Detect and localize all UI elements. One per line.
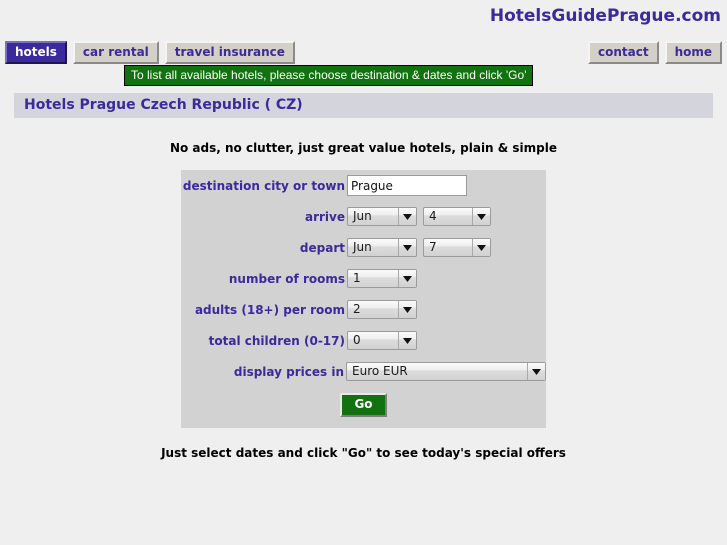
destination-label: destination city or town — [182, 178, 345, 193]
form-row-children: total children (0-17) 0 — [181, 325, 546, 356]
nav-tab-hotels[interactable]: hotels — [5, 41, 67, 64]
site-title: HotelsGuidePrague.com — [489, 6, 721, 26]
form-row-destination: destination city or town — [181, 170, 546, 201]
nav-tab-car-rental[interactable]: car rental — [72, 41, 159, 64]
form-row-currency: display prices in Euro EUR — [181, 356, 546, 387]
instruction-banner: To list all available hotels, please cho… — [124, 65, 534, 86]
form-row-depart: depart Jun 7 — [181, 232, 546, 263]
chevron-down-icon — [527, 363, 545, 380]
arrive-label: arrive — [304, 209, 345, 224]
chevron-down-icon — [398, 270, 416, 287]
rooms-fields: 1 — [347, 269, 417, 288]
secondary-nav-tabs: contact home — [587, 41, 722, 64]
masthead: HotelsGuidePrague.com — [0, 0, 727, 36]
primary-nav-tabs: hotels car rental travel insurance — [5, 41, 295, 64]
nav-tab-contact[interactable]: contact — [587, 41, 659, 64]
navigation-bar: hotels car rental travel insurance conta… — [0, 36, 727, 65]
footer-note: Just select dates and click "Go" to see … — [161, 446, 566, 460]
page-title: Hotels Prague Czech Republic ( CZ) — [24, 97, 303, 113]
arrive-day-select[interactable]: 4 — [423, 207, 491, 226]
depart-label: depart — [299, 240, 345, 255]
depart-day-select[interactable]: 7 — [423, 238, 491, 257]
currency-value: Euro EUR — [352, 364, 408, 378]
adults-select[interactable]: 2 — [347, 300, 417, 319]
page-heading-band: Hotels Prague Czech Republic ( CZ) — [14, 93, 713, 118]
chevron-down-icon — [472, 239, 490, 256]
go-button[interactable]: Go — [340, 393, 387, 417]
chevron-down-icon — [472, 208, 490, 225]
nav-tab-home[interactable]: home — [664, 41, 722, 64]
rooms-label: number of rooms — [228, 271, 345, 286]
nav-tab-travel-insurance[interactable]: travel insurance — [164, 41, 295, 64]
arrive-month-select[interactable]: Jun — [347, 207, 417, 226]
chevron-down-icon — [398, 208, 416, 225]
currency-select[interactable]: Euro EUR — [346, 362, 546, 381]
booking-search-form: destination city or town arrive Jun 4 de… — [181, 170, 546, 428]
form-row-adults: adults (18+) per room 2 — [181, 294, 546, 325]
chevron-down-icon — [398, 301, 416, 318]
depart-month-select[interactable]: Jun — [347, 238, 417, 257]
adults-fields: 2 — [347, 300, 417, 319]
adults-label: adults (18+) per room — [194, 302, 345, 317]
form-row-arrive: arrive Jun 4 — [181, 201, 546, 232]
children-label: total children (0-17) — [208, 333, 345, 348]
form-row-rooms: number of rooms 1 — [181, 263, 546, 294]
depart-fields: Jun 7 — [347, 238, 491, 257]
submit-row: Go — [181, 387, 546, 417]
notice-bar-wrapper: To list all available hotels, please cho… — [0, 65, 727, 87]
currency-label: display prices in — [233, 364, 344, 379]
chevron-down-icon — [398, 332, 416, 349]
rooms-select[interactable]: 1 — [347, 269, 417, 288]
children-fields: 0 — [347, 331, 417, 350]
currency-fields: Euro EUR — [346, 362, 546, 381]
arrive-fields: Jun 4 — [347, 207, 491, 226]
chevron-down-icon — [398, 239, 416, 256]
destination-input[interactable] — [347, 175, 467, 196]
tagline: No ads, no clutter, just great value hot… — [169, 141, 558, 155]
children-select[interactable]: 0 — [347, 331, 417, 350]
destination-fields — [347, 175, 467, 196]
